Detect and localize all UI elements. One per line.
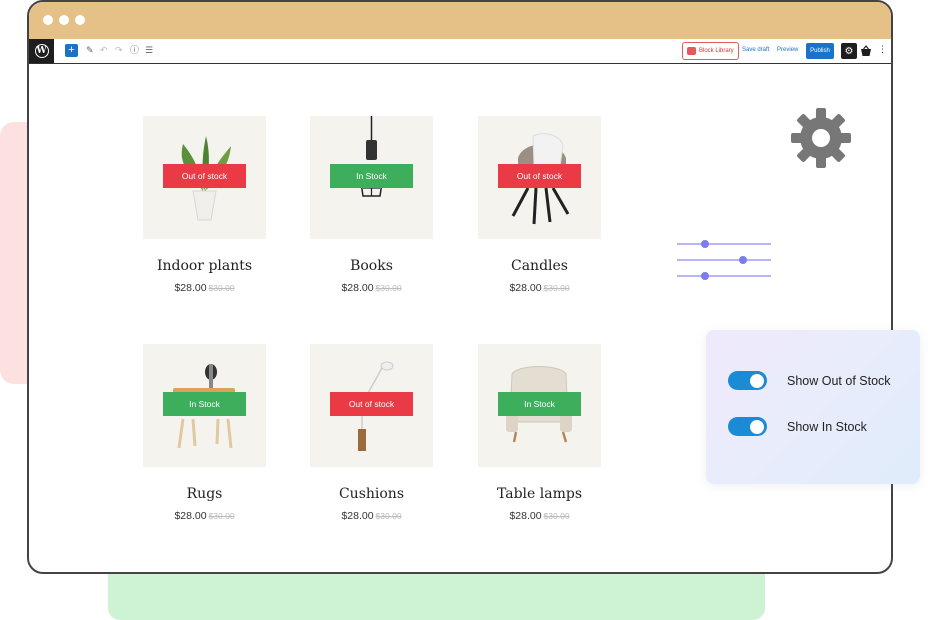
basket-icon[interactable]	[860, 45, 872, 57]
product-card[interactable]: Out of stock Candles $28.00 $30.00	[478, 116, 601, 294]
stock-badge: In Stock	[498, 392, 581, 416]
price: $28.00	[509, 282, 542, 294]
product-price: $28.00 $30.00	[478, 510, 601, 522]
toggle-knob	[750, 419, 764, 434]
toggle-row-in-stock: Show In Stock	[728, 417, 867, 436]
stock-badge: Out of stock	[163, 164, 246, 188]
product-price: $28.00 $30.00	[143, 282, 266, 294]
show-in-stock-toggle[interactable]	[728, 417, 767, 436]
old-price: $30.00	[543, 511, 570, 521]
window-dot-icon	[75, 15, 85, 25]
stock-badge: In Stock	[330, 164, 413, 188]
redo-icon[interactable]: ↷	[115, 44, 123, 57]
wordpress-logo-letter: W	[34, 44, 49, 58]
save-draft-button[interactable]: Save draft	[742, 47, 769, 53]
product-card[interactable]: In Stock Rugs $28.00 $30.00	[143, 344, 266, 522]
product-price: $28.00 $30.00	[310, 510, 433, 522]
window-dot-icon	[43, 15, 53, 25]
product-price: $28.00 $30.00	[310, 282, 433, 294]
product-image[interactable]: In Stock	[310, 116, 433, 239]
product-card[interactable]: In Stock Table lamps $28.00 $30.00	[478, 344, 601, 522]
product-price: $28.00 $30.00	[478, 282, 601, 294]
product-image[interactable]: Out of stock	[478, 116, 601, 239]
price: $28.00	[174, 282, 207, 294]
block-library-button[interactable]: Block Library	[682, 42, 739, 60]
product-name[interactable]: Table lamps	[478, 486, 601, 502]
product-card[interactable]: Out of stock Indoor plants $28.00 $30.00	[143, 116, 266, 294]
window-dot-icon	[59, 15, 69, 25]
product-image[interactable]: Out of stock	[143, 116, 266, 239]
product-name[interactable]: Cushions	[310, 486, 433, 502]
stock-settings-panel: Show Out of Stock Show In Stock	[706, 330, 920, 484]
stock-badge: In Stock	[163, 392, 246, 416]
info-icon[interactable]: ⓘ	[130, 44, 139, 57]
old-price: $30.00	[543, 283, 570, 293]
pencil-icon[interactable]: ✎	[86, 44, 94, 57]
basket-icon	[687, 47, 696, 55]
old-price: $30.00	[375, 511, 402, 521]
toggle-label: Show In Stock	[787, 419, 867, 434]
product-name[interactable]: Candles	[478, 258, 601, 274]
sliders-icon	[677, 240, 771, 280]
preview-button[interactable]: Preview	[777, 47, 798, 53]
product-name[interactable]: Rugs	[143, 486, 266, 502]
price: $28.00	[509, 510, 542, 522]
product-name[interactable]: Indoor plants	[143, 258, 266, 274]
product-name[interactable]: Books	[310, 258, 433, 274]
stage: W + ✎ ↶ ↷ ⓘ ☰ Block Library Save draft P…	[0, 0, 930, 620]
undo-icon[interactable]: ↶	[100, 44, 108, 57]
toggle-knob	[750, 373, 764, 388]
stock-badge: Out of stock	[330, 392, 413, 416]
wordpress-logo-icon[interactable]: W	[29, 39, 54, 63]
block-library-label: Block Library	[699, 48, 734, 54]
price: $28.00	[174, 510, 207, 522]
plus-icon[interactable]: +	[65, 44, 78, 57]
stock-badge: Out of stock	[498, 164, 581, 188]
product-price: $28.00 $30.00	[143, 510, 266, 522]
window-titlebar	[29, 2, 891, 39]
editor-toolbar: W + ✎ ↶ ↷ ⓘ ☰ Block Library Save draft P…	[29, 39, 891, 64]
price: $28.00	[341, 510, 374, 522]
list-view-icon[interactable]: ☰	[145, 44, 153, 57]
product-image[interactable]: In Stock	[478, 344, 601, 467]
gear-icon	[791, 108, 851, 168]
old-price: $30.00	[208, 283, 235, 293]
product-image[interactable]: In Stock	[143, 344, 266, 467]
gear-icon[interactable]: ⚙	[841, 43, 857, 59]
price: $28.00	[341, 282, 374, 294]
show-out-of-stock-toggle[interactable]	[728, 371, 767, 390]
publish-button[interactable]: Publish	[806, 43, 834, 59]
product-card[interactable]: Out of stock Cushions $28.00 $30.00	[310, 344, 433, 522]
browser-window: W + ✎ ↶ ↷ ⓘ ☰ Block Library Save draft P…	[27, 0, 893, 574]
more-icon[interactable]: ⋮	[878, 44, 887, 55]
old-price: $30.00	[375, 283, 402, 293]
toggle-row-out-of-stock: Show Out of Stock	[728, 371, 891, 390]
old-price: $30.00	[208, 511, 235, 521]
toggle-label: Show Out of Stock	[787, 373, 891, 388]
product-card[interactable]: In Stock Books $28.00 $30.00	[310, 116, 433, 294]
product-image[interactable]: Out of stock	[310, 344, 433, 467]
